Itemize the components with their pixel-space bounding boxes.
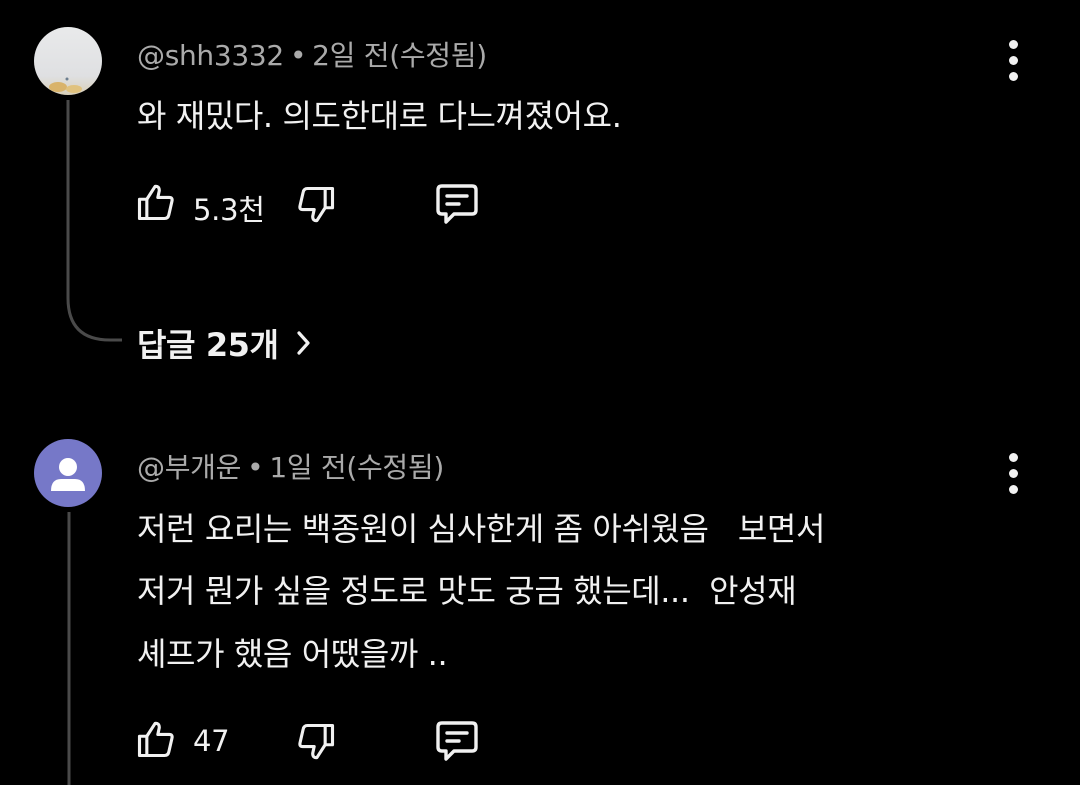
like-count: 5.3천 xyxy=(193,193,265,227)
comment-text: 와 재밌다. 의도한대로 다느껴졌어요. xyxy=(137,97,622,135)
more-vertical-icon[interactable] xyxy=(993,445,1033,501)
comment-time: 2일 전(수정됨) xyxy=(312,39,487,72)
author-handle[interactable]: @부개운 xyxy=(137,451,241,484)
thread-connector xyxy=(66,100,122,342)
thumbs-down-icon[interactable] xyxy=(294,720,338,764)
meta-separator: • xyxy=(247,451,264,484)
thumbs-up-icon[interactable] xyxy=(134,180,178,224)
thumbs-down-icon[interactable] xyxy=(294,183,338,227)
comment-text-line: 저런 요리는 백종원이 심사한게 좀 아쉬웠음 보면서 xyxy=(137,510,826,548)
comment-text-line: 셰프가 했음 어땠을까 .. xyxy=(137,635,448,673)
comments-page: @shh3332 • 2일 전(수정됨) 와 재밌다. 의도한대로 다느껴졌어요. … xyxy=(0,0,1080,785)
thumbs-up-icon[interactable] xyxy=(134,717,178,761)
chevron-right-icon xyxy=(296,331,310,355)
more-vertical-icon[interactable] xyxy=(993,32,1033,88)
author-handle[interactable]: @shh3332 xyxy=(137,39,284,72)
avatar-photo xyxy=(34,27,102,95)
meta-separator: • xyxy=(289,39,307,72)
comment-meta: @부개운 • 1일 전(수정됨) xyxy=(137,446,444,486)
comment-time: 1일 전(수정됨) xyxy=(269,451,444,484)
replies-button[interactable]: 답글 25개 xyxy=(137,320,313,366)
comment-meta: @shh3332 • 2일 전(수정됨) xyxy=(137,34,487,74)
like-count: 47 xyxy=(193,724,230,758)
replies-label: 답글 25개 xyxy=(137,326,279,364)
avatar[interactable] xyxy=(34,27,102,95)
comment-text-line: 저거 뭔가 싶을 정도로 맛도 궁금 했는데... 안성재 xyxy=(137,572,797,610)
comment-icon[interactable] xyxy=(432,717,482,765)
avatar[interactable] xyxy=(34,439,102,507)
thread-connector xyxy=(67,512,71,785)
comment-icon[interactable] xyxy=(432,180,482,228)
default-avatar-icon xyxy=(34,439,102,507)
